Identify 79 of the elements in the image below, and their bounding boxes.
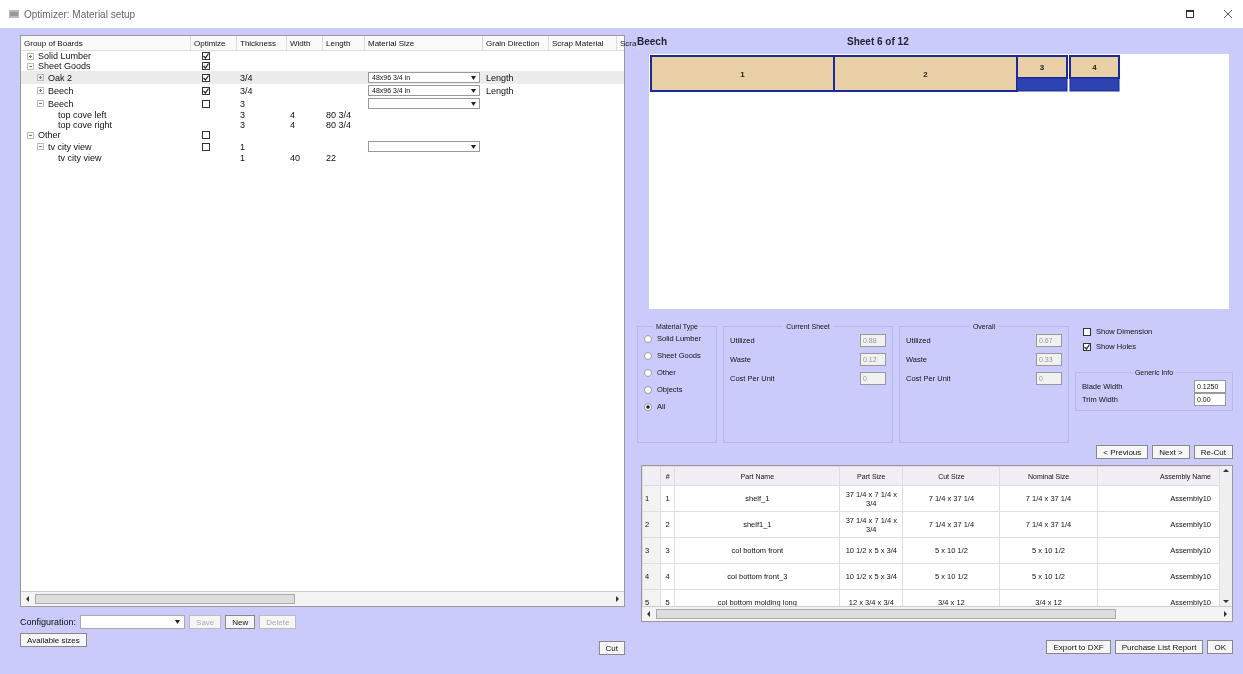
column-header[interactable]: Material Size	[365, 36, 483, 50]
table-cell: 22	[326, 153, 336, 163]
scrollbar-thumb[interactable]	[656, 609, 1116, 619]
tree-item-label[interactable]: Sheet Goods	[38, 61, 91, 71]
scrollbar-thumb[interactable]	[35, 594, 295, 604]
material-name: Beech	[637, 35, 668, 47]
collapse-icon[interactable]	[37, 100, 44, 107]
table-cell: 1	[240, 153, 245, 163]
sheet-title: Sheet 6 of 12	[847, 35, 909, 47]
collapse-icon[interactable]	[27, 131, 34, 139]
expand-icon[interactable]	[27, 52, 34, 60]
column-header[interactable]: Grain Direction	[483, 36, 549, 50]
tree-item-label[interactable]: Other	[38, 130, 61, 140]
caret-icon[interactable]	[471, 144, 476, 149]
checkbox[interactable]	[1083, 342, 1091, 351]
tree-item-label[interactable]: tv city view	[48, 141, 92, 152]
checkbox[interactable]	[202, 99, 210, 108]
app-icon	[8, 8, 20, 20]
dialog-button[interactable]: Purchase List Report	[1114, 640, 1204, 654]
cut-button[interactable]: Cut	[598, 641, 625, 655]
radio-button[interactable]	[644, 351, 652, 360]
nav-button[interactable]: < Previous	[1096, 445, 1149, 459]
tree-item-label[interactable]: top cove right	[58, 120, 113, 130]
dialog-button[interactable]: OK	[1207, 640, 1233, 654]
column-header[interactable]: Scrap Material	[549, 36, 617, 50]
maximize-icon[interactable]	[1183, 7, 1197, 21]
tree-item-label[interactable]: Solid Lumber	[38, 51, 92, 61]
tree-item-label[interactable]: Oak 2	[48, 72, 72, 83]
radio-button[interactable]	[644, 334, 652, 343]
column-header[interactable]: Thickness	[237, 36, 287, 50]
expand-icon[interactable]	[37, 74, 44, 81]
available-sizes-button[interactable]: Available sizes	[20, 633, 87, 647]
table-cell: 80 3/4	[326, 120, 352, 130]
table-cell: 40	[290, 153, 300, 163]
close-icon[interactable]	[1221, 7, 1235, 21]
table-cell: 1	[240, 141, 245, 152]
checkbox[interactable]	[202, 131, 210, 139]
table-cell: 3/4	[240, 85, 253, 96]
tree-item-label[interactable]: top cove left	[58, 110, 107, 120]
tree-item-label[interactable]: tv city view	[58, 153, 102, 163]
collapse-icon[interactable]	[27, 62, 34, 70]
expand-icon[interactable]	[37, 87, 44, 94]
table-cell: Length	[486, 85, 514, 96]
table-cell: 80 3/4	[326, 110, 352, 120]
table-cell: 3	[240, 120, 245, 130]
field-label: Configuration:	[20, 617, 77, 627]
table-cell: 4	[290, 120, 295, 130]
tree-item-label[interactable]: Beech	[48, 98, 74, 109]
collapse-icon[interactable]	[37, 143, 44, 150]
tree-item-label[interactable]: Beech	[48, 85, 74, 96]
table-cell: Length	[486, 72, 514, 83]
config-button[interactable]: New	[225, 615, 256, 629]
column-header[interactable]: Group of Boards	[21, 36, 191, 50]
window-title: Optimizer: Material setup	[24, 8, 136, 20]
dialog-button[interactable]: Export to DXF	[1046, 640, 1111, 654]
sheet-piece[interactable]: 2	[833, 55, 1018, 92]
checkbox[interactable]	[202, 142, 210, 151]
radio-button[interactable]	[644, 402, 652, 411]
checkbox[interactable]	[1083, 327, 1091, 336]
caret-icon[interactable]	[471, 75, 476, 80]
caret-icon[interactable]	[175, 620, 181, 624]
checkbox[interactable]	[202, 73, 210, 82]
table-cell: 4	[290, 110, 295, 120]
caret-icon[interactable]	[471, 88, 476, 93]
nav-button[interactable]: Re-Cut	[1193, 445, 1233, 459]
radio-button[interactable]	[644, 385, 652, 394]
checkbox[interactable]	[202, 86, 210, 95]
caret-icon[interactable]	[471, 101, 476, 106]
column-header[interactable]: Width	[287, 36, 323, 50]
table-cell: 3	[240, 110, 245, 120]
sheet-piece[interactable]: 1	[650, 55, 835, 92]
nav-button[interactable]: Next >	[1152, 445, 1190, 459]
table-cell: 3	[240, 98, 245, 109]
column-header[interactable]: Length	[323, 36, 365, 50]
checkbox[interactable]	[202, 52, 210, 60]
column-header[interactable]: Optimize	[191, 36, 237, 50]
checkbox[interactable]	[202, 62, 210, 70]
radio-button[interactable]	[644, 368, 652, 377]
table-cell: 3/4	[240, 72, 253, 83]
